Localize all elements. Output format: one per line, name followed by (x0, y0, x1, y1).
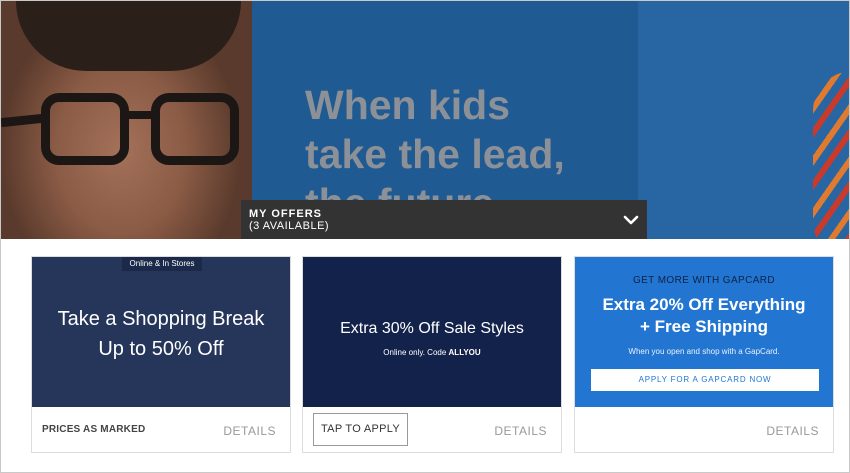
hero-photo-glasses-bridge (127, 111, 153, 119)
offer-image[interactable]: Extra 30% Off Sale Styles Online only. C… (303, 257, 561, 407)
offer-headline: Take a Shopping Break Up to 50% Off (57, 308, 265, 360)
offer-subtext: When you open and shop with a GapCard. (628, 347, 780, 356)
apply-gapcard-button[interactable]: APPLY FOR A GAPCARD NOW (591, 369, 819, 391)
my-offers-title: MY OFFERS (249, 208, 322, 220)
offer-card-gapcard[interactable]: GET MORE WITH GAPCARD Extra 20% Off Ever… (574, 256, 834, 453)
chevron-down-icon[interactable] (623, 212, 639, 228)
hero-photo-hair (16, 1, 241, 71)
hero-photo-glasses-arm (1, 113, 44, 128)
hero-photo-glasses-left (41, 93, 129, 165)
offer-footer: TAP TO APPLY DETAILS (303, 407, 561, 453)
promo-code: ALLYOU (448, 348, 481, 357)
offer-subtext: Online only. Code ALLYOU (303, 348, 561, 357)
offer-image[interactable]: Online & In Stores Take a Shopping Break… (32, 257, 290, 407)
offer-footer: PRICES AS MARKED DETAILS (32, 407, 290, 453)
offer-card-shopping-break[interactable]: Online & In Stores Take a Shopping Break… (31, 256, 291, 453)
hero-right-photo (638, 1, 849, 239)
hero-photo-glasses-right (151, 93, 239, 165)
prices-as-marked-label: PRICES AS MARKED (42, 424, 146, 435)
offer-image[interactable]: GET MORE WITH GAPCARD Extra 20% Off Ever… (575, 257, 833, 407)
page-frame: When kids take the lead, the future MY O… (0, 0, 850, 473)
hero-photo (1, 1, 252, 239)
offer-footer: DETAILS (575, 407, 833, 453)
offer-badge: Online & In Stores (122, 257, 202, 271)
offer-headline: Extra 30% Off Sale Styles (340, 320, 524, 337)
offer-eyebrow: GET MORE WITH GAPCARD (632, 275, 776, 286)
tap-to-apply-button[interactable]: TAP TO APPLY (313, 413, 408, 446)
my-offers-count: (3 AVAILABLE) (249, 220, 330, 232)
offer-card-sale-styles[interactable]: Extra 30% Off Sale Styles Online only. C… (302, 256, 562, 453)
offer-headline: Extra 20% Off Everything + Free Shipping (602, 295, 806, 336)
offer-subtext-text: Online only. Code (383, 348, 449, 357)
details-link[interactable]: DETAILS (494, 424, 547, 438)
details-link[interactable]: DETAILS (223, 424, 276, 438)
details-link[interactable]: DETAILS (766, 424, 819, 438)
hero-striped-fabric (813, 71, 849, 239)
my-offers-toggle[interactable]: MY OFFERS (3 AVAILABLE) (241, 200, 647, 239)
